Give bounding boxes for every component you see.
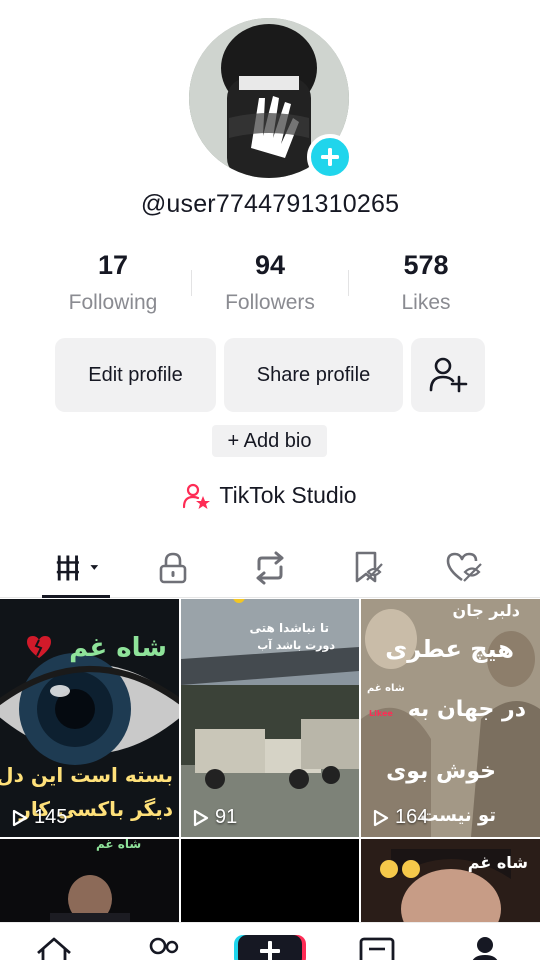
video-thumbnail[interactable] xyxy=(181,839,359,922)
friends-icon xyxy=(149,937,179,955)
inbox-icon xyxy=(359,937,395,960)
add-friends-button[interactable] xyxy=(411,338,485,412)
profile-avatar[interactable] xyxy=(189,18,353,180)
nav-home[interactable] xyxy=(34,933,74,960)
lock-icon xyxy=(159,552,187,584)
video-thumbnail[interactable]: شاه غم xyxy=(361,839,540,922)
play-icon xyxy=(193,809,209,826)
play-icon xyxy=(373,809,389,826)
overlay-caption-line: هیچ عطری xyxy=(385,635,514,663)
studio-icon xyxy=(183,483,211,509)
home-icon xyxy=(37,937,71,960)
overlay-caption: شاه غم xyxy=(69,633,167,663)
following-stat[interactable]: 17 Following xyxy=(33,250,193,315)
profile-icon xyxy=(472,937,498,960)
tab-videos[interactable] xyxy=(52,548,102,588)
thumbnail-image xyxy=(361,839,540,922)
username[interactable]: @user7744791310265 xyxy=(0,190,540,219)
repost-icon xyxy=(256,551,284,585)
overlay-caption-line: شاه غم xyxy=(367,683,405,694)
thumbnail-image xyxy=(0,839,179,922)
tab-liked[interactable] xyxy=(440,548,490,588)
view-count-text: 164 xyxy=(395,806,429,828)
bottom-nav-bar xyxy=(0,922,540,960)
followers-label: Followers xyxy=(225,291,315,314)
profile-stats: 17 Following 94 Followers 578 Likes xyxy=(0,250,540,320)
overlay-caption: شاه غم xyxy=(96,839,142,851)
tab-reposts[interactable] xyxy=(245,548,295,588)
add-avatar-button[interactable] xyxy=(307,134,353,180)
bookmark-hidden-icon xyxy=(355,551,383,583)
view-count: 91 xyxy=(193,806,237,829)
followers-count: 94 xyxy=(254,250,286,280)
add-user-icon xyxy=(429,357,468,393)
overlay-caption: دلبر جان xyxy=(452,601,520,620)
nav-create-button[interactable] xyxy=(232,933,308,960)
likes-count: 578 xyxy=(403,250,449,280)
overlay-caption-line: بسته است این دل xyxy=(0,763,173,787)
following-label: Following xyxy=(68,291,158,314)
likes-label: Likes xyxy=(401,291,451,314)
nav-inbox[interactable] xyxy=(357,933,397,960)
plus-icon xyxy=(260,941,280,960)
video-thumbnail[interactable]: دلبر جان هیچ عطری شاه غم Likee در جهان ب… xyxy=(361,599,540,837)
tab-favorites[interactable] xyxy=(343,548,393,588)
followers-stat[interactable]: 94 Followers xyxy=(190,250,350,315)
heart-hidden-icon xyxy=(446,552,482,582)
nav-friends[interactable] xyxy=(143,933,183,960)
overlay-caption-line: در جهان به xyxy=(407,697,526,722)
view-count-text: 91 xyxy=(215,806,238,828)
view-count: 164 xyxy=(373,806,428,829)
tiktok-studio-link[interactable]: TikTok Studio xyxy=(0,482,540,509)
overlay-caption: تا نباشدا هتی xyxy=(249,621,329,635)
following-count: 17 xyxy=(97,250,129,280)
video-thumbnail[interactable]: شاه غم بسته است این دل دیگر باکسی کار 14… xyxy=(0,599,179,837)
edit-profile-button[interactable]: Edit profile xyxy=(55,338,216,412)
view-count-text: 145 xyxy=(34,806,68,828)
broken-heart-icon xyxy=(27,636,51,658)
nav-profile[interactable] xyxy=(465,933,505,960)
tab-private[interactable] xyxy=(148,548,198,588)
active-tab-indicator xyxy=(42,595,110,598)
likes-stat[interactable]: 578 Likes xyxy=(346,250,506,315)
play-icon xyxy=(12,809,28,826)
overlay-caption-line: تو نیست xyxy=(420,805,496,826)
profile-tabs xyxy=(0,540,540,598)
overlay-caption: شاه غم xyxy=(467,853,528,872)
overlay-caption-line: دورت باشد آب xyxy=(257,639,335,652)
studio-label: TikTok Studio xyxy=(219,482,357,508)
video-thumbnail[interactable]: شاه غم xyxy=(0,839,179,922)
overlay-caption-line: Likee xyxy=(369,709,393,718)
video-thumbnail[interactable]: تا نباشدا هتی دورت باشد آب 91 xyxy=(181,599,359,837)
overlay-caption-line: خوش بوی xyxy=(386,759,496,784)
share-profile-button[interactable]: Share profile xyxy=(224,338,403,412)
plus-icon xyxy=(321,148,339,166)
grid-icon xyxy=(56,555,99,581)
view-count: 145 xyxy=(12,806,67,829)
add-bio-button[interactable]: + Add bio xyxy=(212,425,327,457)
